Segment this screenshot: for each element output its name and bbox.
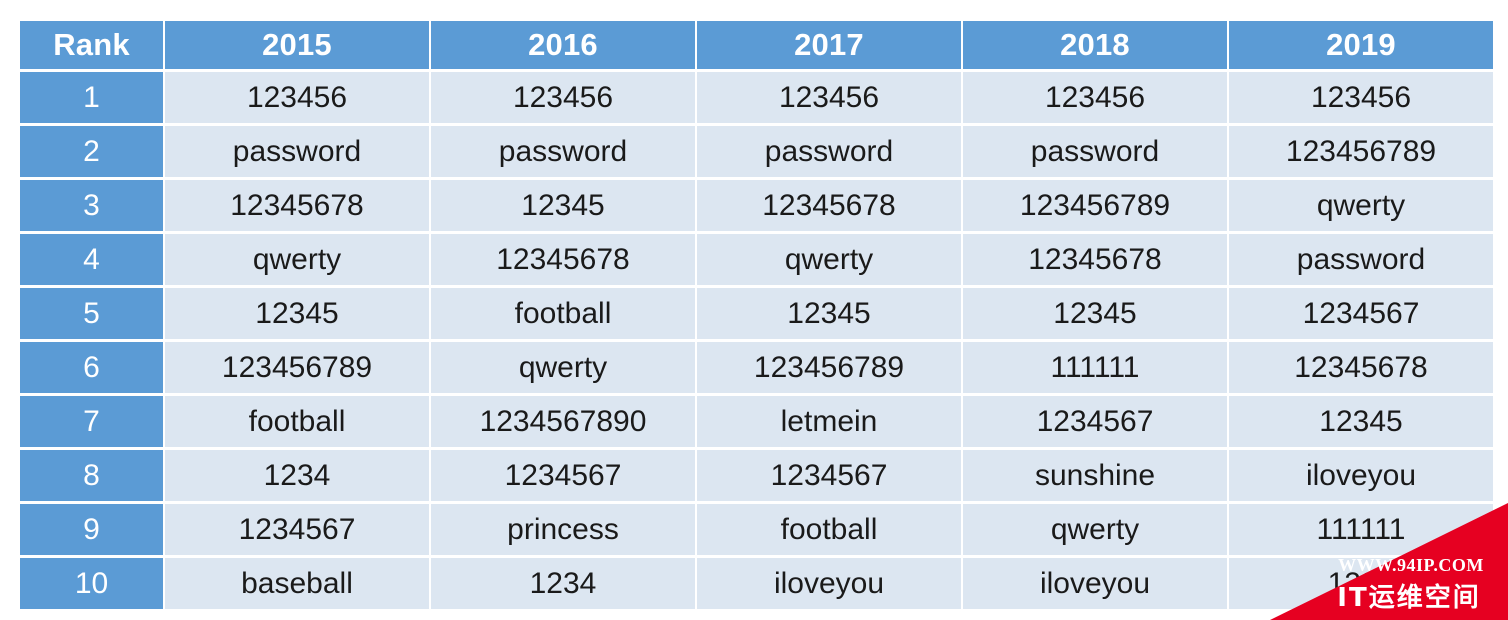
cell-2018: 12345: [963, 288, 1227, 339]
rank-cell: 10: [20, 558, 163, 609]
cell-2019: iloveyou: [1229, 450, 1493, 501]
cell-2015: 12345678: [165, 180, 429, 231]
cell-2017: 12345: [697, 288, 961, 339]
table-row: 5 12345 football 12345 12345 1234567: [20, 288, 1493, 339]
table-header-row: Rank 2015 2016 2017 2018 2019: [20, 21, 1493, 69]
column-header-2016: 2016: [431, 21, 695, 69]
cell-2017: football: [697, 504, 961, 555]
cell-2016: qwerty: [431, 342, 695, 393]
cell-2019: qwerty: [1229, 180, 1493, 231]
cell-2015: football: [165, 396, 429, 447]
cell-2017: 12345678: [697, 180, 961, 231]
cell-2016: password: [431, 126, 695, 177]
cell-2017: password: [697, 126, 961, 177]
cell-2019: 12345678: [1229, 342, 1493, 393]
rank-cell: 5: [20, 288, 163, 339]
cell-2017: 123456: [697, 72, 961, 123]
table-row: 8 1234 1234567 1234567 sunshine iloveyou: [20, 450, 1493, 501]
table-body: 1 123456 123456 123456 123456 123456 2 p…: [20, 72, 1493, 609]
cell-2019: 1234: [1229, 558, 1493, 609]
cell-2019: 111111: [1229, 504, 1493, 555]
cell-2018: 1234567: [963, 396, 1227, 447]
cell-2018: qwerty: [963, 504, 1227, 555]
column-header-2018: 2018: [963, 21, 1227, 69]
screenshot-root: Rank 2015 2016 2017 2018 2019 1 123456 1…: [0, 0, 1508, 620]
cell-2016: princess: [431, 504, 695, 555]
cell-2017: qwerty: [697, 234, 961, 285]
cell-2019: 12345: [1229, 396, 1493, 447]
rank-cell: 6: [20, 342, 163, 393]
rank-cell: 4: [20, 234, 163, 285]
cell-2018: iloveyou: [963, 558, 1227, 609]
cell-2015: qwerty: [165, 234, 429, 285]
rank-cell: 2: [20, 126, 163, 177]
table-row: 10 baseball 1234 iloveyou iloveyou 1234: [20, 558, 1493, 609]
column-header-2017: 2017: [697, 21, 961, 69]
cell-2015: 12345: [165, 288, 429, 339]
cell-2016: 123456: [431, 72, 695, 123]
cell-2018: sunshine: [963, 450, 1227, 501]
cell-2018: 123456: [963, 72, 1227, 123]
cell-2017: 123456789: [697, 342, 961, 393]
table-row: 4 qwerty 12345678 qwerty 12345678 passwo…: [20, 234, 1493, 285]
table-header: Rank 2015 2016 2017 2018 2019: [20, 21, 1493, 69]
cell-2017: 1234567: [697, 450, 961, 501]
rank-cell: 7: [20, 396, 163, 447]
cell-2015: 1234567: [165, 504, 429, 555]
cell-2016: football: [431, 288, 695, 339]
cell-2019: 1234567: [1229, 288, 1493, 339]
cell-2019: 123456789: [1229, 126, 1493, 177]
cell-2016: 1234567: [431, 450, 695, 501]
table-row: 1 123456 123456 123456 123456 123456: [20, 72, 1493, 123]
table-row: 3 12345678 12345 12345678 123456789 qwer…: [20, 180, 1493, 231]
common-passwords-table: Rank 2015 2016 2017 2018 2019 1 123456 1…: [18, 18, 1495, 612]
cell-2017: iloveyou: [697, 558, 961, 609]
column-header-2015: 2015: [165, 21, 429, 69]
table-row: 7 football 1234567890 letmein 1234567 12…: [20, 396, 1493, 447]
column-header-2019: 2019: [1229, 21, 1493, 69]
cell-2018: 111111: [963, 342, 1227, 393]
cell-2015: 123456789: [165, 342, 429, 393]
cell-2018: 123456789: [963, 180, 1227, 231]
column-header-rank: Rank: [20, 21, 163, 69]
cell-2019: 123456: [1229, 72, 1493, 123]
rank-cell: 8: [20, 450, 163, 501]
rank-cell: 3: [20, 180, 163, 231]
rank-cell: 9: [20, 504, 163, 555]
rank-cell: 1: [20, 72, 163, 123]
cell-2016: 1234: [431, 558, 695, 609]
cell-2019: password: [1229, 234, 1493, 285]
cell-2015: password: [165, 126, 429, 177]
cell-2018: password: [963, 126, 1227, 177]
cell-2015: 123456: [165, 72, 429, 123]
table-row: 9 1234567 princess football qwerty 11111…: [20, 504, 1493, 555]
cell-2018: 12345678: [963, 234, 1227, 285]
table-row: 2 password password password password 12…: [20, 126, 1493, 177]
cell-2015: 1234: [165, 450, 429, 501]
cell-2017: letmein: [697, 396, 961, 447]
cell-2016: 1234567890: [431, 396, 695, 447]
cell-2016: 12345: [431, 180, 695, 231]
table-row: 6 123456789 qwerty 123456789 111111 1234…: [20, 342, 1493, 393]
cell-2016: 12345678: [431, 234, 695, 285]
cell-2015: baseball: [165, 558, 429, 609]
